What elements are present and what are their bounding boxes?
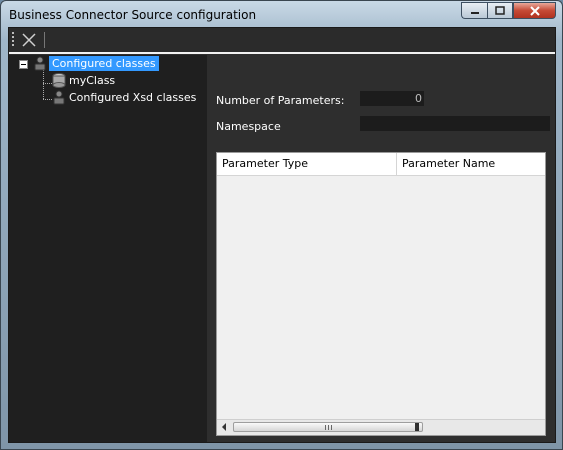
x-delete-icon bbox=[22, 33, 36, 47]
tree-node-label: Configured Xsd classes bbox=[69, 91, 197, 104]
class-tree[interactable]: Configured classes myClass Configured Xs… bbox=[9, 55, 207, 442]
parameters-grid[interactable]: Parameter Type Parameter Name bbox=[216, 152, 546, 436]
details-panel: Number of Parameters: 0 Namespace Parame… bbox=[207, 55, 555, 442]
tree-connector bbox=[43, 99, 52, 100]
app-window: Business Connector Source configuration bbox=[0, 0, 563, 450]
classes-icon bbox=[53, 90, 65, 105]
tree-node-configured-xsd-classes[interactable]: Configured Xsd classes bbox=[52, 90, 199, 105]
minimize-icon bbox=[470, 11, 479, 14]
collapse-toggle[interactable] bbox=[19, 60, 28, 69]
window-controls bbox=[461, 2, 556, 19]
classes-icon bbox=[34, 56, 46, 71]
scroll-thumb[interactable] bbox=[233, 422, 423, 432]
client-area: Configured classes myClass Configured Xs… bbox=[8, 27, 556, 443]
horizontal-scrollbar[interactable] bbox=[217, 419, 545, 435]
tree-connector bbox=[43, 83, 52, 84]
delete-button[interactable] bbox=[19, 30, 39, 50]
close-icon bbox=[529, 5, 540, 16]
toolbar-grip[interactable] bbox=[12, 32, 14, 48]
grid-header: Parameter Type Parameter Name bbox=[217, 153, 545, 176]
tree-node-label: Configured classes bbox=[49, 56, 159, 71]
database-icon bbox=[52, 73, 66, 88]
scroll-right-icon[interactable] bbox=[415, 423, 419, 431]
tree-node-myclass[interactable]: myClass bbox=[52, 73, 118, 88]
window-title: Business Connector Source configuration bbox=[9, 8, 257, 22]
minimize-button[interactable] bbox=[461, 2, 487, 19]
column-header-parameter-name[interactable]: Parameter Name bbox=[397, 153, 545, 175]
column-header-parameter-type[interactable]: Parameter Type bbox=[217, 153, 397, 175]
params-value-field[interactable]: 0 bbox=[360, 91, 424, 106]
params-label: Number of Parameters: bbox=[216, 94, 345, 107]
toolbar bbox=[9, 28, 555, 54]
close-button[interactable] bbox=[513, 2, 556, 19]
tree-connector bbox=[43, 69, 44, 99]
title-bar[interactable]: Business Connector Source configuration bbox=[1, 1, 562, 29]
maximize-button[interactable] bbox=[487, 2, 513, 19]
tree-node-label: myClass bbox=[69, 74, 116, 87]
scroll-left-icon[interactable] bbox=[222, 423, 226, 431]
maximize-icon bbox=[495, 6, 505, 15]
namespace-input[interactable] bbox=[360, 116, 550, 131]
tree-node-configured-classes[interactable]: Configured classes bbox=[31, 56, 159, 71]
namespace-label: Namespace bbox=[216, 120, 281, 133]
toolbar-separator bbox=[44, 32, 45, 48]
